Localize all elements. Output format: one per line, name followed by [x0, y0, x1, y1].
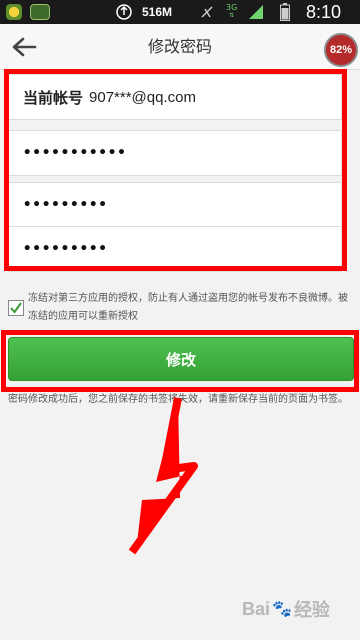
- annotation-zigzag-arrow: [128, 397, 198, 555]
- watermark-text-right: 经验: [293, 600, 330, 620]
- baidu-jingyan-watermark: Bai 🐾 经验: [242, 594, 357, 624]
- watermark-text-left: Bai: [242, 598, 271, 619]
- paw-icon: 🐾: [272, 601, 292, 618]
